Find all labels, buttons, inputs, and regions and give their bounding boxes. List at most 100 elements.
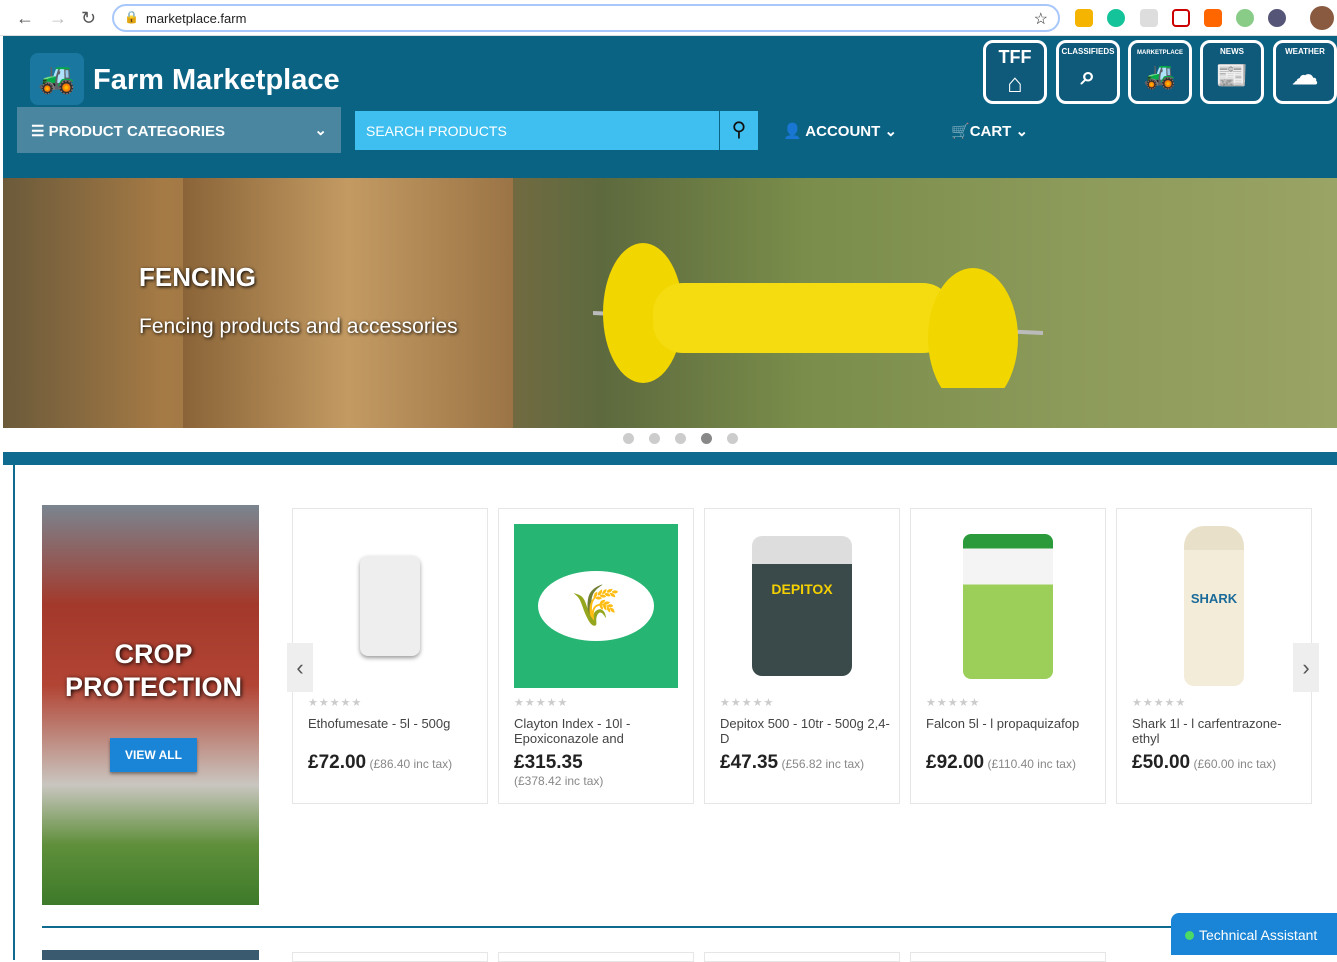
hubspot-icon[interactable] — [1204, 9, 1222, 27]
reload-icon[interactable]: ↻ — [81, 8, 96, 29]
weather-icon: ☁ — [1292, 60, 1318, 90]
product-image[interactable]: DEPITOX — [720, 524, 884, 688]
carousel-prev-button[interactable]: ‹ — [287, 643, 313, 692]
rating-stars: ★★★★★ — [514, 697, 569, 709]
hero-banner[interactable] — [3, 178, 1337, 428]
product-card[interactable] — [292, 952, 488, 962]
badge-label: TFF — [998, 47, 1032, 67]
back-icon[interactable]: ← — [16, 8, 34, 29]
product-image[interactable]: 🌾 — [514, 524, 678, 688]
grammarly-icon[interactable] — [1107, 9, 1125, 27]
slide-dot-active[interactable] — [701, 433, 712, 444]
product-name[interactable]: Shark 1l - l carfentrazone-ethyl — [1132, 716, 1302, 746]
carousel-next-button[interactable]: › — [1293, 643, 1319, 692]
avatar[interactable] — [1310, 6, 1334, 30]
tff-badge[interactable]: TFF ⌂ — [983, 40, 1047, 104]
chevron-left-icon: ‹ — [296, 655, 304, 680]
chevron-down-icon: ⌄ — [884, 123, 898, 140]
price-inc-tax: (£86.40 inc tax) — [369, 757, 453, 771]
eye-icon[interactable] — [1268, 9, 1286, 27]
product-card[interactable]: ★★★★★ Falcon 5l - l propaquizafop £92.00… — [910, 508, 1106, 804]
cart-label: CART — [969, 123, 1012, 140]
product-card[interactable] — [910, 952, 1106, 962]
price-inc-tax: (£110.40 inc tax) — [987, 757, 1076, 771]
chevron-down-icon: ⌄ — [1015, 123, 1029, 140]
rating-stars: ★★★★★ — [1132, 697, 1187, 709]
tractor-icon: 🚜 — [1143, 60, 1177, 90]
extension-icon[interactable] — [1236, 9, 1254, 27]
product-card[interactable]: 🌾 ★★★★★ Clayton Index - 10l - Epoxiconaz… — [498, 508, 694, 804]
price-inc-tax: (£378.42 inc tax) — [514, 774, 604, 788]
hero-title: FENCING — [139, 262, 256, 292]
search-button[interactable]: ⚲ — [719, 111, 758, 150]
price: £50.00 — [1132, 752, 1191, 773]
extension-icon[interactable] — [1172, 9, 1190, 27]
product-card[interactable]: ★★★★★ Ethofumesate - 5l - 500g £72.00 (£… — [292, 508, 488, 804]
product-image[interactable] — [308, 524, 472, 688]
rating-stars: ★★★★★ — [720, 697, 775, 709]
badge-label: NEWS — [1220, 47, 1244, 56]
price: £315.35 — [514, 752, 583, 773]
site-logo[interactable]: Farm Marketplace — [93, 64, 340, 97]
slide-dot[interactable] — [623, 433, 634, 444]
user-icon: 👤 — [783, 123, 806, 140]
lock-icon: 🔒 — [124, 10, 139, 24]
menu-icon: ☰ — [31, 123, 49, 140]
categories-label: PRODUCT CATEGORIES — [48, 123, 226, 140]
tractor-logo-icon[interactable]: 🚜 — [30, 53, 84, 105]
badge-label: MARKETPLACE — [1137, 50, 1183, 56]
chevron-down-icon: ⌄ — [314, 122, 327, 139]
product-name[interactable]: Clayton Index - 10l - Epoxiconazole and — [514, 716, 684, 746]
price-inc-tax: (£60.00 inc tax) — [1193, 757, 1277, 771]
news-badge[interactable]: NEWS 📰 — [1200, 40, 1264, 104]
cart-icon: 🛒 — [951, 123, 970, 140]
assistant-label: Technical Assistant — [1199, 927, 1318, 943]
product-card[interactable]: DEPITOX ★★★★★ Depitox 500 - 10tr - 500g … — [704, 508, 900, 804]
chevron-right-icon: › — [1302, 655, 1310, 680]
crop-protection-tile[interactable] — [42, 505, 259, 905]
slide-dot[interactable] — [649, 433, 660, 444]
view-all-button[interactable]: VIEW ALL — [110, 738, 197, 772]
ip-icon[interactable] — [1140, 9, 1158, 27]
slide-dot[interactable] — [675, 433, 686, 444]
farm-icon: ⌂ — [1007, 68, 1023, 98]
forward-icon[interactable]: → — [49, 8, 67, 29]
address-bar[interactable]: 🔒 marketplace.farm ☆ — [112, 4, 1060, 32]
category-tile[interactable] — [42, 950, 259, 960]
product-price-block: £315.35 (£378.42 inc tax) — [514, 752, 689, 788]
classifieds-badge[interactable]: CLASSIFIEDS ⌕ — [1056, 40, 1120, 104]
product-name[interactable]: Ethofumesate - 5l - 500g — [308, 716, 478, 731]
section-border — [3, 465, 15, 960]
product-image[interactable] — [926, 524, 1090, 688]
product-name[interactable]: Depitox 500 - 10tr - 500g 2,4-D — [720, 716, 890, 746]
extension-icon[interactable] — [1075, 9, 1093, 27]
technical-assistant-button[interactable]: Technical Assistant — [1171, 913, 1337, 955]
product-price-block: £92.00 (£110.40 inc tax) — [926, 752, 1101, 774]
product-price-block: £47.35 (£56.82 inc tax) — [720, 752, 895, 774]
product-card[interactable]: SHARK ★★★★★ Shark 1l - l carfentrazone-e… — [1116, 508, 1312, 804]
weather-badge[interactable]: WEATHER ☁ — [1273, 40, 1337, 104]
search-icon: ⚲ — [731, 119, 747, 141]
rating-stars: ★★★★★ — [308, 697, 363, 709]
product-card[interactable] — [704, 952, 900, 962]
star-icon[interactable]: ☆ — [1034, 9, 1048, 29]
hero-subtitle: Fencing products and accessories — [139, 315, 458, 338]
account-label: ACCOUNT — [805, 123, 881, 140]
account-menu[interactable]: 👤 ACCOUNT ⌄ — [783, 122, 897, 140]
cart-menu[interactable]: 🛒CART ⌄ — [951, 122, 1028, 140]
product-categories-dropdown[interactable]: ☰ PRODUCT CATEGORIES ⌄ — [17, 107, 341, 153]
price-inc-tax: (£56.82 inc tax) — [781, 757, 865, 771]
slide-dot[interactable] — [727, 433, 738, 444]
fence-post-image — [183, 178, 513, 428]
category-title: CROP PROTECTION — [64, 639, 242, 702]
product-image[interactable]: SHARK — [1132, 524, 1296, 688]
online-status-icon — [1185, 931, 1194, 940]
browser-toolbar: ← → ↻ 🔒 marketplace.farm ☆ — [0, 0, 1337, 36]
url-text: marketplace.farm — [146, 11, 247, 26]
marketplace-badge[interactable]: MARKETPLACE 🚜 — [1128, 40, 1192, 104]
product-name[interactable]: Falcon 5l - l propaquizafop — [926, 716, 1096, 731]
magnifier-icon: ⌕ — [1080, 60, 1096, 90]
search-input[interactable] — [355, 111, 719, 150]
product-card[interactable] — [498, 952, 694, 962]
badge-label: CLASSIFIEDS — [1061, 47, 1115, 56]
